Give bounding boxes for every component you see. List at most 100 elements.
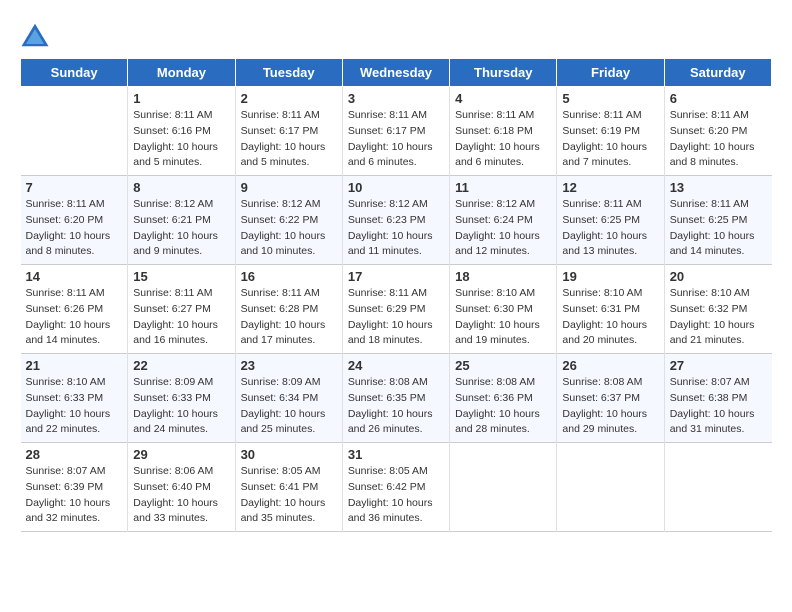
calendar-cell: 12 Sunrise: 8:11 AMSunset: 6:25 PMDayligh…	[557, 176, 664, 265]
day-number: 6	[670, 91, 767, 106]
day-info: Sunrise: 8:11 AMSunset: 6:29 PMDaylight:…	[348, 286, 444, 349]
day-info: Sunrise: 8:12 AMSunset: 6:24 PMDaylight:…	[455, 197, 551, 260]
day-number: 24	[348, 358, 444, 373]
day-number: 15	[133, 269, 229, 284]
header-cell-tuesday: Tuesday	[235, 59, 342, 87]
calendar-week-2: 7 Sunrise: 8:11 AMSunset: 6:20 PMDaylight…	[21, 176, 772, 265]
day-number: 13	[670, 180, 767, 195]
calendar-cell: 30Sunrise: 8:05 AMSunset: 6:41 PMDayligh…	[235, 443, 342, 532]
calendar-cell: 19 Sunrise: 8:10 AMSunset: 6:31 PMDayligh…	[557, 265, 664, 354]
calendar-cell	[450, 443, 557, 532]
day-number: 31	[348, 447, 444, 462]
page-header	[20, 20, 772, 50]
calendar-cell: 22Sunrise: 8:09 AMSunset: 6:33 PMDayligh…	[128, 354, 235, 443]
day-number: 29	[133, 447, 229, 462]
calendar-cell: 9Sunrise: 8:12 AMSunset: 6:22 PMDaylight…	[235, 176, 342, 265]
header-cell-monday: Monday	[128, 59, 235, 87]
day-info: Sunrise: 8:10 AMSunset: 6:31 PMDaylight:…	[562, 286, 658, 349]
day-number: 11	[455, 180, 551, 195]
day-number: 14	[26, 269, 123, 284]
day-number: 28	[26, 447, 123, 462]
day-info: Sunrise: 8:06 AMSunset: 6:40 PMDaylight:…	[133, 464, 229, 527]
calendar-cell: 31 Sunrise: 8:05 AMSunset: 6:42 PMDayligh…	[342, 443, 449, 532]
logo-icon	[20, 20, 50, 50]
day-number: 19	[562, 269, 658, 284]
day-info: Sunrise: 8:11 AMSunset: 6:17 PMDaylight:…	[348, 108, 444, 171]
calendar-cell: 2 Sunrise: 8:11 AMSunset: 6:17 PMDaylight…	[235, 87, 342, 176]
calendar-cell: 16Sunrise: 8:11 AMSunset: 6:28 PMDayligh…	[235, 265, 342, 354]
calendar-cell: 8 Sunrise: 8:12 AMSunset: 6:21 PMDaylight…	[128, 176, 235, 265]
day-number: 5	[562, 91, 658, 106]
calendar-cell: 18Sunrise: 8:10 AMSunset: 6:30 PMDayligh…	[450, 265, 557, 354]
day-number: 3	[348, 91, 444, 106]
calendar-cell	[21, 87, 128, 176]
calendar-cell: 27Sunrise: 8:07 AMSunset: 6:38 PMDayligh…	[664, 354, 771, 443]
day-number: 23	[241, 358, 337, 373]
calendar-cell: 17 Sunrise: 8:11 AMSunset: 6:29 PMDayligh…	[342, 265, 449, 354]
calendar-cell: 24 Sunrise: 8:08 AMSunset: 6:35 PMDayligh…	[342, 354, 449, 443]
day-number: 4	[455, 91, 551, 106]
day-number: 1	[133, 91, 229, 106]
header-row: SundayMondayTuesdayWednesdayThursdayFrid…	[21, 59, 772, 87]
day-info: Sunrise: 8:11 AMSunset: 6:20 PMDaylight:…	[26, 197, 123, 260]
day-info: Sunrise: 8:11 AMSunset: 6:25 PMDaylight:…	[562, 197, 658, 260]
day-number: 18	[455, 269, 551, 284]
calendar-cell: 10 Sunrise: 8:12 AMSunset: 6:23 PMDayligh…	[342, 176, 449, 265]
day-info: Sunrise: 8:10 AMSunset: 6:33 PMDaylight:…	[26, 375, 123, 438]
day-info: Sunrise: 8:05 AMSunset: 6:42 PMDaylight:…	[348, 464, 444, 527]
day-info: Sunrise: 8:11 AMSunset: 6:25 PMDaylight:…	[670, 197, 767, 260]
day-info: Sunrise: 8:12 AMSunset: 6:22 PMDaylight:…	[241, 197, 337, 260]
day-info: Sunrise: 8:11 AMSunset: 6:16 PMDaylight:…	[133, 108, 229, 171]
day-number: 12	[562, 180, 658, 195]
calendar-cell: 25 Sunrise: 8:08 AMSunset: 6:36 PMDayligh…	[450, 354, 557, 443]
calendar-cell: 1 Sunrise: 8:11 AMSunset: 6:16 PMDaylight…	[128, 87, 235, 176]
calendar-cell: 21Sunrise: 8:10 AMSunset: 6:33 PMDayligh…	[21, 354, 128, 443]
day-number: 7	[26, 180, 123, 195]
calendar-cell: 5 Sunrise: 8:11 AMSunset: 6:19 PMDaylight…	[557, 87, 664, 176]
day-info: Sunrise: 8:11 AMSunset: 6:18 PMDaylight:…	[455, 108, 551, 171]
day-number: 17	[348, 269, 444, 284]
day-info: Sunrise: 8:11 AMSunset: 6:26 PMDaylight:…	[26, 286, 123, 349]
calendar-cell: 13 Sunrise: 8:11 AMSunset: 6:25 PMDayligh…	[664, 176, 771, 265]
day-info: Sunrise: 8:10 AMSunset: 6:32 PMDaylight:…	[670, 286, 767, 349]
day-info: Sunrise: 8:08 AMSunset: 6:35 PMDaylight:…	[348, 375, 444, 438]
day-info: Sunrise: 8:07 AMSunset: 6:39 PMDaylight:…	[26, 464, 123, 527]
calendar-cell: 29 Sunrise: 8:06 AMSunset: 6:40 PMDayligh…	[128, 443, 235, 532]
day-number: 10	[348, 180, 444, 195]
day-number: 30	[241, 447, 337, 462]
header-cell-saturday: Saturday	[664, 59, 771, 87]
calendar-week-3: 14 Sunrise: 8:11 AMSunset: 6:26 PMDayligh…	[21, 265, 772, 354]
header-cell-thursday: Thursday	[450, 59, 557, 87]
day-number: 20	[670, 269, 767, 284]
day-number: 2	[241, 91, 337, 106]
calendar-cell: 7 Sunrise: 8:11 AMSunset: 6:20 PMDaylight…	[21, 176, 128, 265]
day-number: 26	[562, 358, 658, 373]
calendar-body: 1 Sunrise: 8:11 AMSunset: 6:16 PMDaylight…	[21, 87, 772, 532]
calendar-week-1: 1 Sunrise: 8:11 AMSunset: 6:16 PMDaylight…	[21, 87, 772, 176]
day-info: Sunrise: 8:08 AMSunset: 6:36 PMDaylight:…	[455, 375, 551, 438]
day-info: Sunrise: 8:12 AMSunset: 6:23 PMDaylight:…	[348, 197, 444, 260]
logo	[20, 20, 52, 50]
calendar-week-4: 21Sunrise: 8:10 AMSunset: 6:33 PMDayligh…	[21, 354, 772, 443]
calendar-week-5: 28 Sunrise: 8:07 AMSunset: 6:39 PMDayligh…	[21, 443, 772, 532]
calendar-table: SundayMondayTuesdayWednesdayThursdayFrid…	[20, 58, 772, 532]
day-info: Sunrise: 8:08 AMSunset: 6:37 PMDaylight:…	[562, 375, 658, 438]
day-info: Sunrise: 8:11 AMSunset: 6:19 PMDaylight:…	[562, 108, 658, 171]
day-number: 25	[455, 358, 551, 373]
calendar-cell: 6Sunrise: 8:11 AMSunset: 6:20 PMDaylight…	[664, 87, 771, 176]
calendar-cell: 3 Sunrise: 8:11 AMSunset: 6:17 PMDaylight…	[342, 87, 449, 176]
day-info: Sunrise: 8:07 AMSunset: 6:38 PMDaylight:…	[670, 375, 767, 438]
calendar-cell: 20 Sunrise: 8:10 AMSunset: 6:32 PMDayligh…	[664, 265, 771, 354]
day-number: 8	[133, 180, 229, 195]
calendar-cell	[557, 443, 664, 532]
calendar-cell: 15 Sunrise: 8:11 AMSunset: 6:27 PMDayligh…	[128, 265, 235, 354]
calendar-cell: 26 Sunrise: 8:08 AMSunset: 6:37 PMDayligh…	[557, 354, 664, 443]
day-info: Sunrise: 8:09 AMSunset: 6:33 PMDaylight:…	[133, 375, 229, 438]
day-info: Sunrise: 8:12 AMSunset: 6:21 PMDaylight:…	[133, 197, 229, 260]
day-info: Sunrise: 8:11 AMSunset: 6:27 PMDaylight:…	[133, 286, 229, 349]
day-info: Sunrise: 8:11 AMSunset: 6:17 PMDaylight:…	[241, 108, 337, 171]
day-info: Sunrise: 8:09 AMSunset: 6:34 PMDaylight:…	[241, 375, 337, 438]
header-cell-friday: Friday	[557, 59, 664, 87]
header-cell-sunday: Sunday	[21, 59, 128, 87]
calendar-cell: 14 Sunrise: 8:11 AMSunset: 6:26 PMDayligh…	[21, 265, 128, 354]
